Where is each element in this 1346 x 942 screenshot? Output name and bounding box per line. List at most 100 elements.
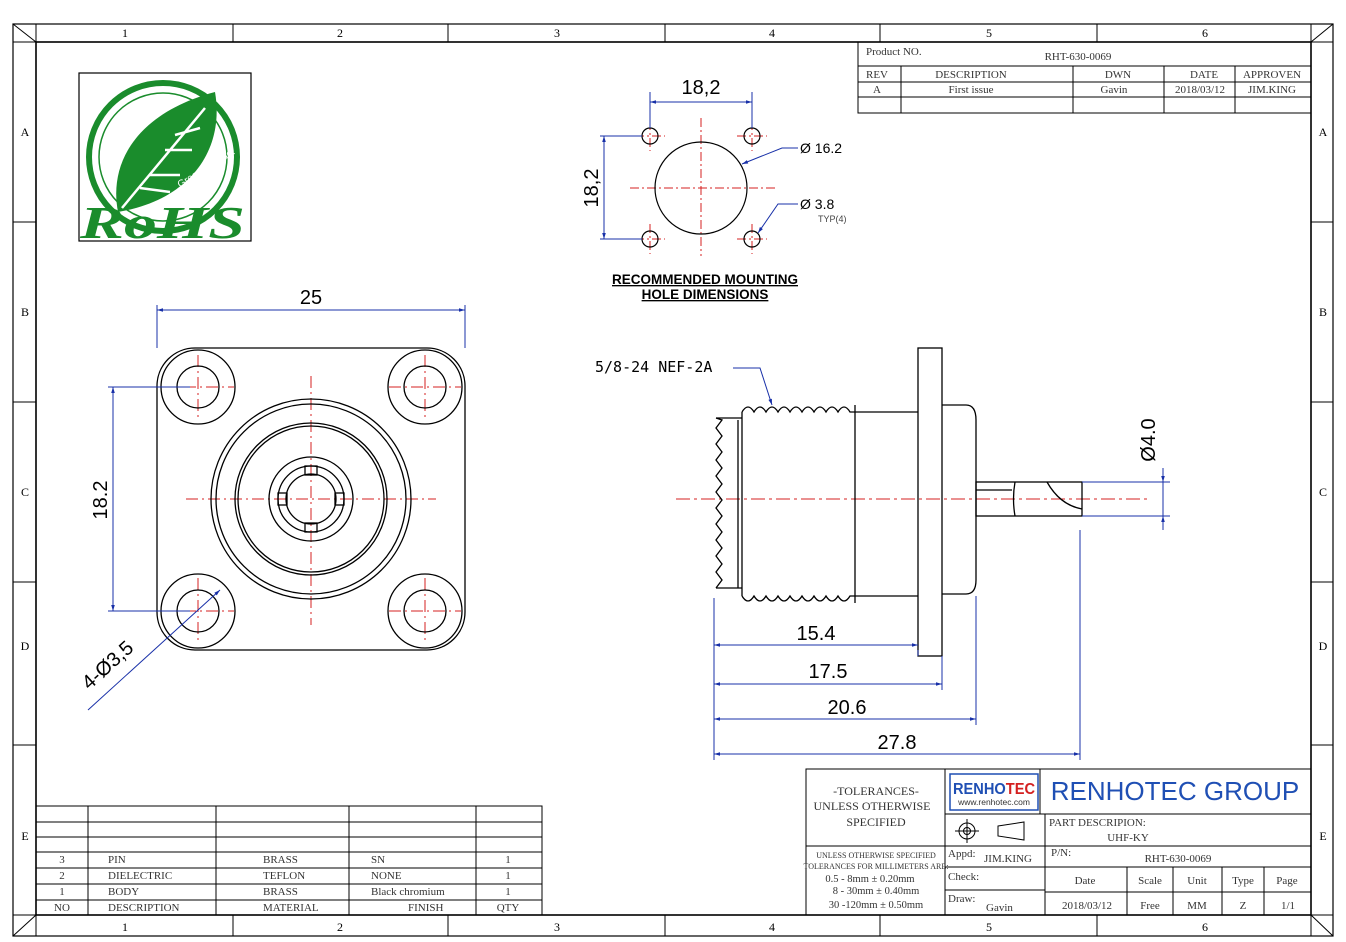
- tol-title: -TOLERANCES-: [833, 784, 919, 798]
- tol-line: 8 - 30mm ± 0.40mm: [833, 886, 920, 897]
- mount-dim-v: 18,2: [581, 169, 603, 208]
- col-header: Page: [1276, 875, 1298, 887]
- col-value: Free: [1140, 900, 1160, 912]
- col-value: 1/1: [1281, 900, 1295, 912]
- col-header: Scale: [1138, 875, 1162, 887]
- row-label: C: [21, 485, 29, 499]
- bom-cell: BODY: [108, 886, 139, 898]
- part-desc: UHF-KY: [1107, 832, 1149, 844]
- bom-cell: PIN: [108, 854, 126, 866]
- rev-header: APPROVEN: [1243, 69, 1301, 81]
- mount-caption-2: HOLE DIMENSIONS: [642, 287, 769, 302]
- mount-caption-1: RECOMMENDED MOUNTING: [612, 272, 798, 287]
- col-label: 3: [554, 26, 560, 40]
- appd-label: Appd:: [948, 848, 976, 860]
- row-label: D: [21, 639, 30, 653]
- bom-header: MATERIAL: [263, 902, 319, 914]
- bom-cell: 3: [59, 854, 65, 866]
- length-dim: 20.6: [828, 697, 867, 719]
- col-label: 6: [1202, 26, 1208, 40]
- draw: Gavin: [986, 902, 1013, 914]
- company-name: RENHOTEC GROUP: [1051, 776, 1299, 806]
- col-label: 1: [122, 26, 128, 40]
- col-label: 2: [337, 26, 343, 40]
- draw-label: Draw:: [948, 893, 976, 905]
- length-dim: 17.5: [809, 661, 848, 683]
- pn-label: P/N:: [1051, 847, 1071, 859]
- mounting-hole-view: 18,2 18,2 Ø 16.2 Ø 3.8 TYP(4) RECOMMENDE…: [581, 77, 847, 302]
- tol-title: SPECIFIED: [846, 815, 906, 829]
- tol-line: 0.5 - 8mm ± 0.20mm: [825, 874, 914, 885]
- part-desc-label: PART DESCRIPION:: [1049, 817, 1146, 829]
- length-dim: 15.4: [797, 623, 836, 645]
- row-label: A: [21, 125, 30, 139]
- projection-symbol-icon: [955, 819, 1025, 843]
- bom-cell: Black chromium: [371, 886, 445, 898]
- col-value: MM: [1187, 900, 1207, 912]
- bom-cell: 1: [505, 854, 511, 866]
- col-header: Date: [1075, 875, 1096, 887]
- rohs-text: RoHS: [79, 197, 245, 248]
- col-header: Unit: [1187, 875, 1207, 887]
- bom-cell: 1: [505, 886, 511, 898]
- rev-cell: Gavin: [1101, 84, 1128, 96]
- col-label: 5: [986, 920, 992, 934]
- renhotec-logo: RENHOTEC www.renhotec.com: [949, 773, 1039, 811]
- rev-header: DESCRIPTION: [935, 69, 1007, 81]
- col-value: Z: [1240, 900, 1247, 912]
- row-label: C: [1319, 485, 1327, 499]
- bom-cell: NONE: [371, 870, 402, 882]
- col-value: 2018/03/12: [1062, 900, 1112, 912]
- bom-cell: BRASS: [263, 886, 298, 898]
- row-label: A: [1319, 125, 1328, 139]
- bom-header: FINISH: [408, 902, 444, 914]
- col-label: 3: [554, 920, 560, 934]
- row-label: B: [21, 305, 29, 319]
- pn: RHT-630-0069: [1145, 853, 1212, 865]
- bom-header: DESCRIPTION: [108, 902, 180, 914]
- row-label: B: [1319, 305, 1327, 319]
- col-header: Type: [1232, 875, 1254, 887]
- front-width-dim: 25: [300, 287, 322, 309]
- check-label: Check:: [948, 871, 979, 883]
- row-label: E: [21, 829, 28, 843]
- col-label: 2: [337, 920, 343, 934]
- rev-header: DATE: [1190, 69, 1218, 81]
- front-view: 25 18.2 4-Ø3,5: [78, 287, 466, 711]
- col-label: 4: [769, 920, 775, 934]
- appd: JIM.KING: [984, 853, 1032, 865]
- bom-header: NO: [54, 902, 70, 914]
- bom-cell: 1: [59, 886, 65, 898]
- product-no-label: Product NO.: [866, 46, 922, 58]
- rev-header: REV: [866, 69, 888, 81]
- row-label: D: [1319, 639, 1328, 653]
- bom-cell: 2: [59, 870, 65, 882]
- brand-url: www.renhotec.com: [957, 797, 1030, 807]
- front-pitch-dim: 18.2: [90, 481, 112, 520]
- col-label: 1: [122, 920, 128, 934]
- product-no: RHT-630-0069: [1045, 51, 1112, 63]
- rev-cell: JIM.KING: [1248, 84, 1296, 96]
- rev-header: DWN: [1105, 69, 1131, 81]
- drawing-sheet: 1 2 3 4 5 6 1 2 3 4 5 6 A B C D E A B C …: [12, 23, 1334, 937]
- mount-dia-small: Ø 3.8: [800, 196, 834, 212]
- bom-cell: TEFLON: [263, 870, 305, 882]
- mount-typ: TYP(4): [818, 214, 847, 224]
- col-label: 4: [769, 26, 775, 40]
- rev-cell: First issue: [949, 84, 994, 96]
- mount-dia-large: Ø 16.2: [800, 140, 842, 156]
- bom-header: QTY: [497, 902, 520, 914]
- bom-cell: BRASS: [263, 854, 298, 866]
- rev-cell: A: [873, 84, 881, 96]
- tol-small: TOLERANCES FOR MILLIMETERS ARE:: [804, 862, 949, 871]
- pin-dia-dim: Ø4.0: [1138, 418, 1160, 461]
- col-label: 5: [986, 26, 992, 40]
- col-label: 6: [1202, 920, 1208, 934]
- brand-logo-text: RENHOTEC: [953, 781, 1035, 798]
- tol-title: UNLESS OTHERWISE: [814, 799, 931, 813]
- mount-dim-h: 18,2: [682, 77, 721, 99]
- thread-spec: 5/8-24 NEF-2A: [595, 358, 712, 376]
- revision-table-text: Product NO. RHT-630-0069 REV DESCRIPTION…: [866, 46, 1301, 96]
- length-dim: 27.8: [878, 732, 917, 754]
- bom-cell: DIELECTRIC: [108, 870, 172, 882]
